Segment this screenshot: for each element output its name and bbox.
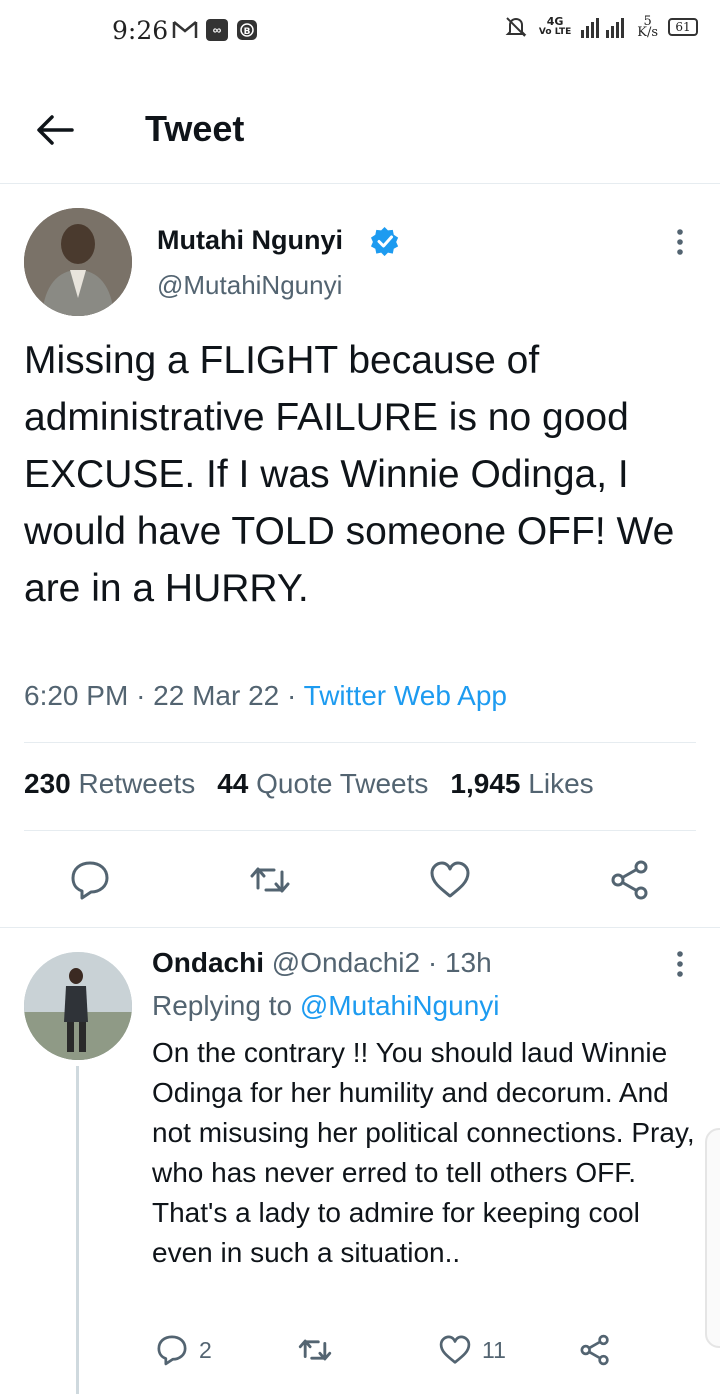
share-icon — [580, 1334, 609, 1366]
replying-to: Replying to @MutahiNgunyi — [152, 990, 500, 1021]
reply-author-handle[interactable]: @Ondachi2 — [272, 947, 420, 978]
share-icon[interactable] — [608, 858, 652, 902]
author-handle[interactable]: @MutahiNgunyi — [157, 270, 342, 301]
reply-author-name[interactable]: Ondachi — [152, 947, 264, 978]
likes-stat[interactable]: 1,945 Likes — [450, 768, 593, 799]
like-heart-icon — [439, 1335, 471, 1364]
avatar-photo — [24, 208, 132, 316]
retweet-icon — [298, 1339, 332, 1361]
app-notification-icon: ∞ — [206, 19, 228, 41]
battery-icon: 61 — [668, 18, 698, 36]
divider — [24, 830, 696, 831]
back-arrow-icon[interactable] — [34, 110, 78, 150]
like-heart-icon[interactable] — [428, 858, 472, 902]
quote-tweets-stat[interactable]: 44 Quote Tweets — [217, 768, 428, 799]
status-bar: 9:26 ∞ B 4G Vo LTE 5 K/s 61 — [0, 0, 720, 66]
bitcoin-icon: B — [237, 20, 257, 40]
like-count: 11 — [482, 1336, 506, 1363]
meta-separator: · — [287, 680, 304, 711]
signal-icon — [581, 18, 625, 38]
divider — [0, 927, 720, 928]
reply-share-button[interactable] — [578, 1330, 612, 1370]
reply-reply-button[interactable]: 2 — [155, 1330, 212, 1370]
tweet-source-link[interactable]: Twitter Web App — [304, 680, 507, 711]
top-app-bar: Tweet — [0, 66, 720, 184]
author-name[interactable]: Mutahi Ngunyi — [157, 225, 343, 256]
meta-separator: · — [136, 680, 154, 711]
thread-connector-line — [76, 1066, 79, 1394]
tweet-stats: 230 Retweets 44 Quote Tweets 1,945 Likes — [24, 768, 594, 800]
status-notification-icons: ∞ B — [172, 19, 258, 41]
page-title: Tweet — [145, 108, 245, 149]
gmail-icon — [172, 21, 198, 38]
reply-age: 13h — [444, 947, 492, 978]
tweet-meta: 6:20 PM · 22 Mar 22 · Twitter Web App — [24, 680, 507, 712]
reply-text: On the contrary !! You should laud Winni… — [152, 1037, 695, 1268]
tweet-date: 22 Mar 22 — [153, 680, 280, 711]
retweets-stat[interactable]: 230 Retweets — [24, 768, 195, 799]
tweet-text: Missing a FLIGHT because of administrati… — [24, 339, 675, 610]
reply-like-button[interactable]: 11 — [438, 1330, 506, 1370]
volte-label: 4G Vo LTE — [538, 15, 572, 37]
verified-badge-icon — [370, 226, 399, 256]
reply-retweet-button[interactable] — [297, 1330, 333, 1370]
tweet-time: 6:20 PM — [24, 680, 129, 711]
replying-to-mention-link[interactable]: @MutahiNgunyi — [300, 990, 500, 1021]
avatar-photo — [24, 952, 132, 1060]
network-speed: 5 K/s — [637, 14, 658, 40]
status-time: 9:26 — [112, 16, 169, 45]
reply-icon[interactable] — [68, 858, 112, 902]
reply-author-avatar[interactable] — [24, 952, 132, 1060]
edge-panel-handle[interactable] — [705, 1128, 720, 1348]
divider — [24, 742, 696, 743]
mute-icon — [505, 17, 527, 37]
reply-more-options-icon[interactable] — [668, 950, 692, 978]
status-system-icons: 4G Vo LTE 5 K/s 61 — [503, 14, 698, 40]
retweet-icon[interactable] — [248, 858, 292, 902]
reply-icon — [157, 1335, 187, 1366]
svg-text:B: B — [244, 27, 251, 37]
meta-separator: · — [427, 947, 445, 978]
reply-count: 2 — [199, 1336, 212, 1363]
author-avatar[interactable] — [24, 208, 132, 316]
more-options-icon[interactable] — [668, 228, 692, 256]
reply-header: Ondachi @Ondachi2 · 13h — [152, 947, 492, 979]
